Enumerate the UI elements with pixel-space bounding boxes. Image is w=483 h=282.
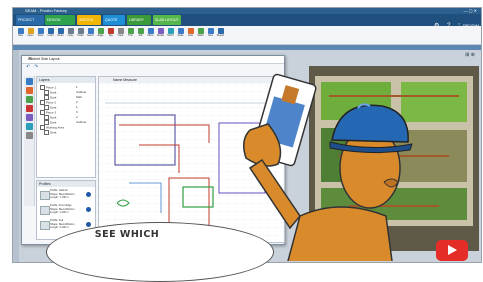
speech-bubble: SEE WHICH bbox=[46, 222, 274, 282]
hardhat-icon bbox=[331, 104, 409, 143]
play-icon bbox=[448, 245, 457, 255]
youtube-play-button[interactable] bbox=[436, 240, 468, 261]
mannequin-overlay bbox=[243, 73, 413, 261]
mannequin-arm bbox=[248, 158, 301, 230]
mannequin-body bbox=[287, 206, 393, 261]
speech-text: SEE WHICH bbox=[94, 229, 160, 240]
